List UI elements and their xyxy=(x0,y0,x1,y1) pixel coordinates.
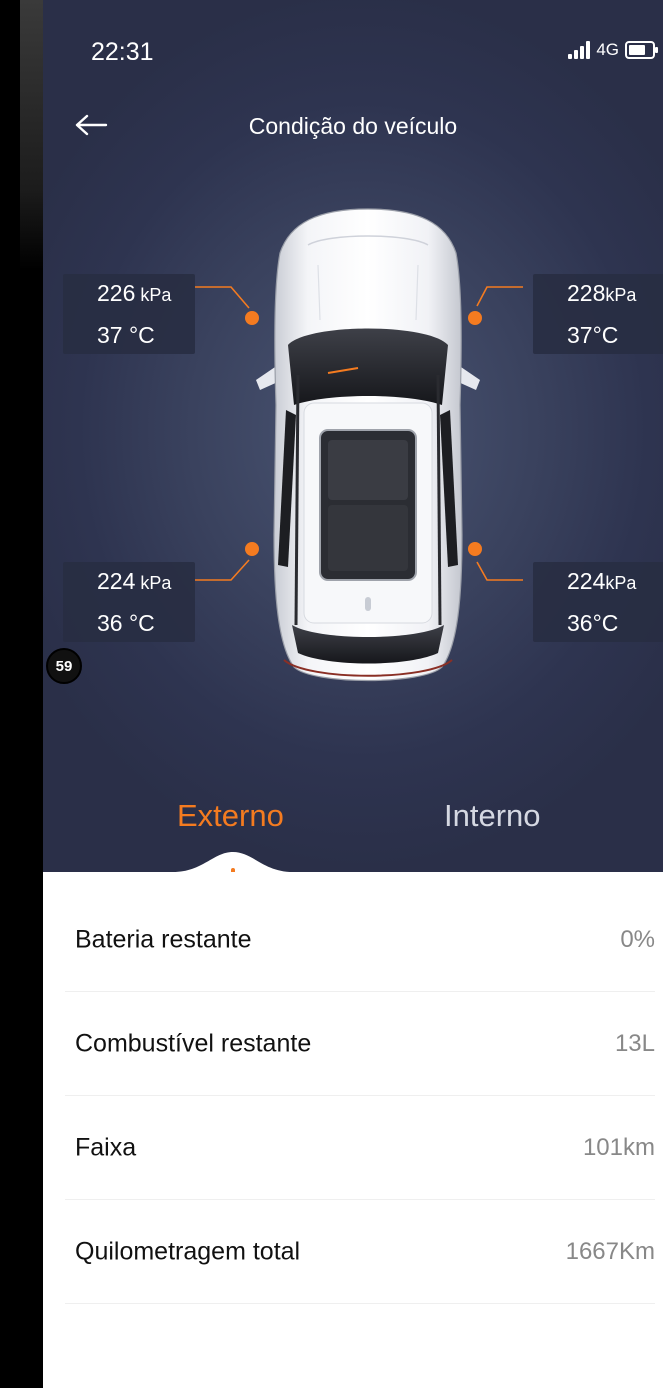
condition-tabs: Externo Interno xyxy=(43,790,663,850)
tire-pressure-value: 224 xyxy=(97,568,136,594)
network-type: 4G xyxy=(596,40,619,59)
detail-value: 101km xyxy=(582,1134,655,1161)
detail-value: 0% xyxy=(620,926,655,953)
detail-value: 1667Km xyxy=(565,1238,655,1265)
pressure-unit: kPa xyxy=(605,285,637,305)
tab-external[interactable]: Externo xyxy=(177,798,284,834)
detail-label: Faixa xyxy=(75,1133,137,1162)
list-item: Quilometragem total 1667Km xyxy=(43,1200,663,1304)
list-item: Combustível restante 13L xyxy=(43,992,663,1096)
tire-temperature: 36 °C xyxy=(97,610,155,636)
app-screen: 22:31 4G Condição do veículo 226 kPa 37 … xyxy=(43,0,663,1388)
vehicle-details-list: Bateria restante 0% Combustível restante… xyxy=(43,872,663,1388)
status-icons: 4G xyxy=(568,40,658,60)
tire-temperature: 37°C xyxy=(567,322,619,348)
page-title: Condição do veículo xyxy=(248,113,458,139)
list-item: Bateria restante 0% xyxy=(43,888,663,992)
battery-icon xyxy=(625,41,658,59)
nav-bar: Condição do veículo xyxy=(43,95,663,155)
pressure-unit: kPa xyxy=(135,573,172,593)
tire-rear-left: 224 kPa 36 °C xyxy=(63,562,195,642)
tire-front-left: 226 kPa 37 °C xyxy=(63,274,195,354)
tire-temperature: 36°C xyxy=(567,610,619,636)
tire-rear-right: 224kPa 36°C xyxy=(533,562,663,642)
detail-label: Bateria restante xyxy=(75,925,252,954)
signal-icon xyxy=(568,41,591,59)
edge-shadow xyxy=(20,0,43,270)
list-item: Faixa 101km xyxy=(43,1096,663,1200)
detail-value: 13L xyxy=(614,1030,655,1057)
tire-front-right: 228kPa 37°C xyxy=(533,274,663,354)
overlay-badge: 59 xyxy=(46,648,82,684)
divider xyxy=(65,1303,655,1304)
detail-label: Combustível restante xyxy=(75,1029,312,1058)
tab-internal[interactable]: Interno xyxy=(444,798,541,834)
tire-pressure-value: 224 xyxy=(567,568,606,594)
status-bar: 22:31 4G xyxy=(43,0,663,100)
pressure-unit: kPa xyxy=(135,285,172,305)
car-top-view xyxy=(256,208,480,682)
pressure-unit: kPa xyxy=(605,573,637,593)
tire-pressure-value: 228 xyxy=(567,280,606,306)
left-edge-strip xyxy=(0,0,43,1388)
status-time: 22:31 xyxy=(91,38,154,66)
vehicle-hero: 22:31 4G Condição do veículo 226 kPa 37 … xyxy=(43,0,663,872)
tire-temperature: 37 °C xyxy=(97,322,155,348)
tire-pressure-value: 226 xyxy=(97,280,136,306)
detail-label: Quilometragem total xyxy=(75,1237,301,1266)
